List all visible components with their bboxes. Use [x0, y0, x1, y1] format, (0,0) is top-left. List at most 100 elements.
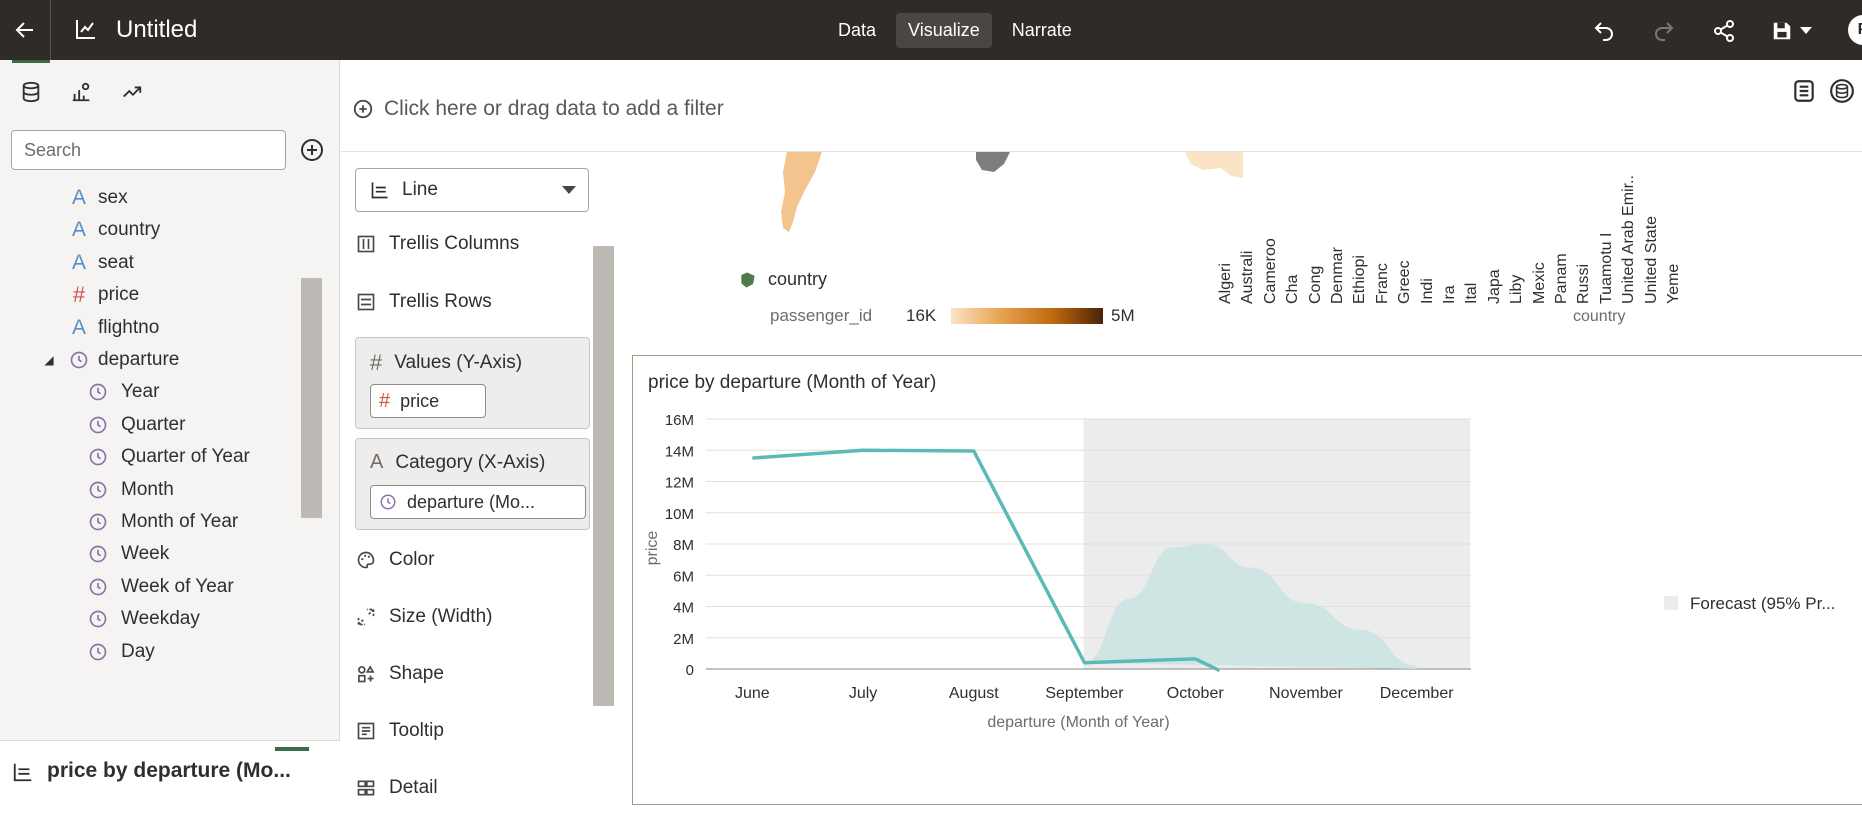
field-label: Quarter	[121, 413, 186, 435]
field-label: country	[98, 219, 161, 241]
attribute-icon: A	[71, 218, 86, 242]
line-chart[interactable]: 0 2M 4M 6M 8M 10M 12M 14M 16M June July August Septe…	[633, 356, 1862, 806]
country-tick-label: Cong	[1306, 265, 1324, 304]
field-label: departure	[98, 349, 180, 370]
field-quarter-of-year[interactable]: Quarter of Year	[0, 439, 300, 475]
trellis-rows[interactable]: Trellis Rows	[355, 282, 575, 322]
map-region-shape[interactable]	[777, 152, 847, 237]
field-weekday[interactable]: Weekday	[0, 601, 300, 637]
share-button[interactable]	[1711, 18, 1737, 44]
field-month[interactable]: Month	[0, 472, 300, 508]
add-filter[interactable]: Click here or drag data to add a filter	[352, 97, 724, 121]
shape-drop-zone[interactable]: Shape	[355, 654, 575, 694]
line-chart-card[interactable]: price by departure (Month of Year) 0 2M 4M…	[632, 355, 1862, 805]
country-tick-label: Cha	[1284, 274, 1302, 304]
field-country[interactable]: Acountry	[0, 212, 300, 248]
values-title: # Values (Y-Axis)	[370, 350, 522, 376]
y-tick-label: 14M	[665, 443, 694, 460]
shape-label: Shape	[389, 663, 444, 684]
data-source-icon[interactable]	[1829, 78, 1855, 104]
field-year[interactable]: Year	[0, 374, 300, 410]
field-label: Month	[121, 478, 174, 500]
visualization-footer[interactable]: price by departure (Mo...	[0, 740, 340, 815]
map-legend-country: country	[738, 269, 827, 290]
field-flightno[interactable]: Aflightno	[0, 310, 300, 346]
field-price[interactable]: # price	[0, 277, 300, 313]
country-tick-label: Mexic	[1530, 262, 1548, 304]
clock-icon	[68, 350, 90, 376]
field-sex[interactable]: Asex	[0, 180, 300, 216]
active-indicator	[275, 747, 309, 751]
palette-icon	[357, 551, 375, 569]
canvas: country passenger_id 16K 5M Algeri Austra…	[617, 152, 1862, 815]
size-drop-zone[interactable]: Size (Width)	[355, 597, 575, 637]
color-label: Color	[389, 549, 435, 570]
country-tick-label: Denmar	[1329, 247, 1346, 304]
shape-icon	[358, 665, 375, 683]
field-label: sex	[98, 187, 128, 208]
search-input[interactable]: Search	[11, 130, 286, 170]
field-month-of-year[interactable]: Month of Year	[0, 504, 300, 540]
field-week[interactable]: Week	[0, 536, 300, 572]
tooltip-drop-zone[interactable]: Tooltip	[355, 711, 575, 751]
tab-narrate[interactable]: Narrate	[1000, 13, 1084, 48]
add-data-icon[interactable]	[300, 138, 324, 162]
tab-analytics-panel[interactable]	[118, 78, 146, 106]
back-button[interactable]	[0, 0, 51, 60]
line-chart-icon	[13, 763, 32, 782]
values-drop-zone[interactable]: # Values (Y-Axis) # price	[355, 337, 590, 429]
detail-drop-zone[interactable]: Detail	[355, 768, 575, 808]
detail-label: Detail	[389, 777, 438, 798]
category-title: A Category (X-Axis)	[370, 451, 545, 474]
category-drop-zone[interactable]: A Category (X-Axis) departure (Mo...	[355, 438, 590, 530]
tab-data-panel[interactable]	[12, 60, 50, 106]
field-label: Weekday	[121, 608, 200, 630]
x-tick-label: December	[1380, 685, 1454, 702]
trellis-rows-icon	[357, 293, 375, 311]
field-label: Month of Year	[121, 511, 239, 532]
category-pill[interactable]: departure (Mo...	[370, 485, 586, 519]
y-tick-label: 8M	[673, 537, 694, 554]
field-week-of-year[interactable]: Week of Year	[0, 569, 300, 605]
country-axis-title: country	[1573, 308, 1626, 325]
undo-button[interactable]	[1591, 18, 1617, 44]
tab-visualizations-panel[interactable]	[67, 78, 95, 106]
values-pill[interactable]: # price	[370, 384, 486, 418]
workbook-title[interactable]: Untitled	[116, 16, 197, 44]
map-region-shape[interactable]	[1183, 152, 1243, 180]
add-filter-icon	[353, 99, 373, 119]
country-tick-label: Russi	[1575, 263, 1593, 304]
field-quarter[interactable]: Quarter	[0, 407, 300, 443]
visualization-type-select[interactable]: Line	[355, 168, 589, 212]
trellis-columns-icon	[357, 235, 375, 253]
grammar-scrollbar[interactable]	[593, 246, 614, 706]
country-tick-label: Ital	[1463, 282, 1481, 304]
number-icon: #	[72, 282, 86, 308]
field-list-scrollbar[interactable]	[301, 278, 322, 518]
expand-triangle-icon[interactable]: ◢	[38, 353, 60, 367]
trellis-columns[interactable]: Trellis Columns	[355, 224, 575, 264]
user-avatar[interactable]: P	[1848, 15, 1862, 45]
y-tick-label: 0	[686, 662, 694, 679]
field-day[interactable]: Day	[0, 634, 300, 670]
color-drop-zone[interactable]: Color	[355, 540, 575, 580]
field-label: Week	[121, 543, 170, 565]
tab-visualize[interactable]: Visualize	[896, 13, 992, 48]
y-tick-label: 6M	[673, 568, 694, 585]
clock-icon	[87, 642, 109, 668]
x-tick-label: June	[735, 685, 770, 702]
save-button[interactable]	[1769, 18, 1815, 44]
field-departure[interactable]: ◢ departure	[0, 342, 300, 378]
country-tick-label: Yeme	[1665, 263, 1682, 304]
filter-options-icon[interactable]	[1791, 78, 1817, 104]
tab-data[interactable]: Data	[826, 13, 888, 48]
field-seat[interactable]: Aseat	[0, 245, 300, 281]
app-chart-icon	[76, 20, 95, 39]
chevron-down-icon	[562, 186, 576, 194]
data-icon	[22, 81, 40, 103]
map-region-shape[interactable]	[974, 152, 1014, 174]
redo-button[interactable]	[1651, 18, 1677, 44]
field-label: Quarter of Year	[121, 446, 250, 468]
category-label: Category (X-Axis)	[395, 451, 546, 473]
clock-icon	[87, 609, 109, 635]
